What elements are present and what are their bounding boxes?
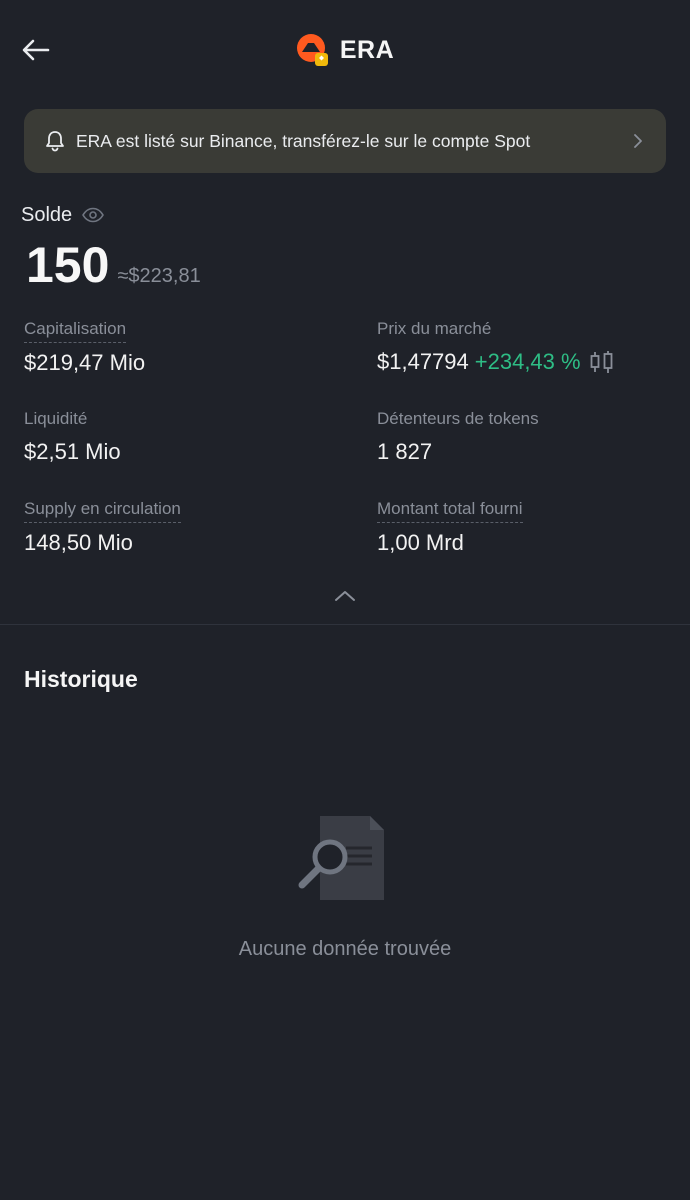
stat-total-supply: Montant total fourni 1,00 Mrd [377,499,523,556]
no-data-illustration [296,812,388,904]
banner-text: ERA est listé sur Binance, transférez-le… [76,130,531,151]
market-price-row: $1,47794 +234,43 % [377,349,615,375]
page-title: ERA [339,35,395,64]
liquidity-value: $2,51 Mio [24,439,121,464]
token-title: ERA [0,30,690,70]
balance-label: Solde [21,203,73,226]
circulating-supply-label[interactable]: Supply en circulation [24,499,181,523]
history-title: Historique [24,666,138,692]
top-bar: ERA [0,0,690,100]
balance-fiat-value: ≈$223,81 [117,265,201,287]
market-price-value: $1,47794 [377,349,469,374]
empty-state-text: Aucune donnée trouvée [238,938,452,960]
total-supply-label[interactable]: Montant total fourni [377,499,523,523]
stat-circulating-supply: Supply en circulation 148,50 Mio [24,499,181,556]
binance-listing-banner[interactable]: ERA est listé sur Binance, transférez-le… [24,109,666,173]
total-supply-value: 1,00 Mrd [377,530,464,555]
balance-amount: 150 [26,237,110,293]
bell-icon [44,130,66,152]
section-divider [0,624,690,625]
market-cap-label[interactable]: Capitalisation [24,319,127,343]
market-cap-value: $219,47 Mio [24,350,146,375]
stat-market-price: Prix du marché $1,47794 +234,43 % [377,319,615,375]
price-change-percent: +234,43 % [474,349,581,374]
holders-label: Détenteurs de tokens [377,409,539,428]
candlestick-chart-icon[interactable] [589,350,615,374]
market-price-label: Prix du marché [377,319,492,338]
token-logo [296,33,330,67]
balance-value: 150 ≈$223,81 [26,236,201,296]
eye-icon[interactable] [82,205,106,225]
collapse-stats-button[interactable] [333,586,357,606]
stat-liquidity: Liquidité $2,51 Mio [24,409,121,465]
stat-market-cap: Capitalisation $219,47 Mio [24,319,145,376]
liquidity-label: Liquidité [24,409,88,428]
circulating-supply-value: 148,50 Mio [24,530,133,555]
chevron-up-icon [335,591,355,601]
chevron-right-icon [630,131,646,151]
document-search-icon [298,816,384,900]
stat-holders: Détenteurs de tokens 1 827 [377,409,539,465]
holders-value: 1 827 [377,439,433,464]
balance-header: Solde [21,201,106,229]
